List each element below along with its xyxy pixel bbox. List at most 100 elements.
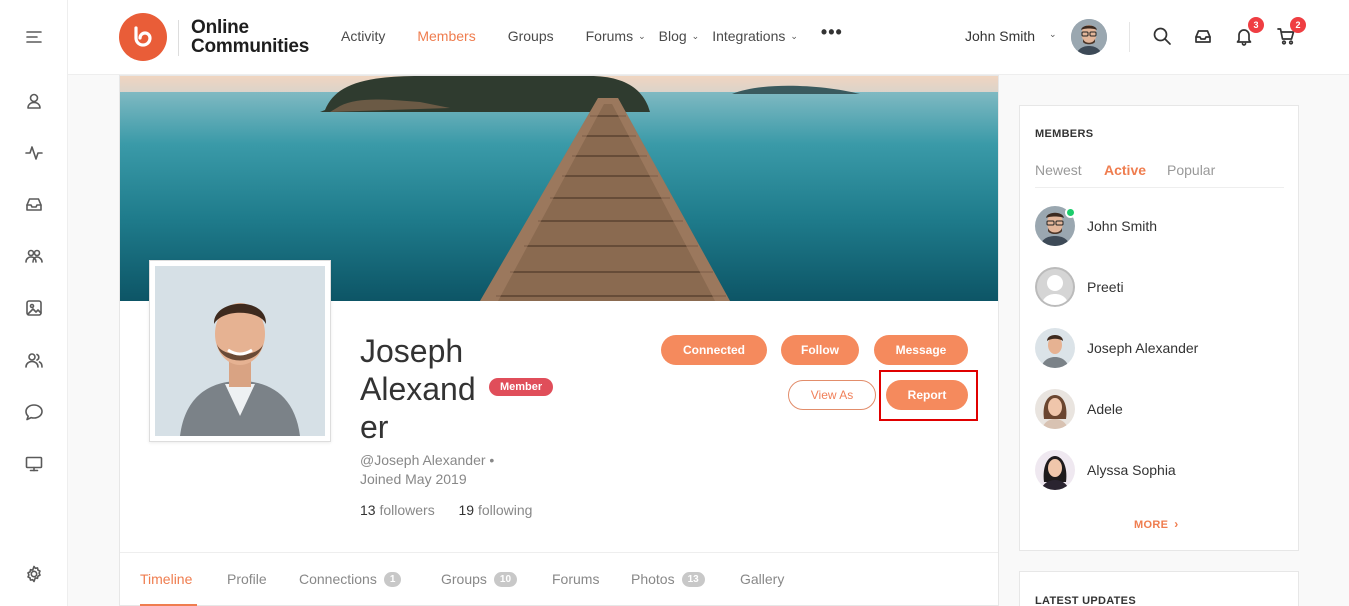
tab-count-badge: 10	[493, 571, 518, 587]
nav-label: Groups	[507, 28, 554, 44]
member-name[interactable]: Adele	[1087, 401, 1123, 417]
tab-connections[interactable]: Connections 1	[299, 571, 402, 587]
members-icon[interactable]	[22, 348, 46, 372]
notifications-icon[interactable]: 3	[1234, 17, 1264, 48]
image-icon[interactable]	[22, 296, 46, 320]
tab-forums[interactable]: Forums	[552, 571, 599, 587]
nav-label: Forums	[585, 28, 634, 44]
nav-integrations[interactable]: Integrations ⌄	[712, 28, 798, 44]
left-sidebar	[0, 0, 68, 606]
list-item[interactable]: Preeti	[1035, 266, 1124, 308]
user-icon[interactable]	[22, 89, 46, 113]
profile-tabs: Timeline Profile Connections 1 Groups 10 F…	[120, 552, 998, 606]
online-status-indicator	[1065, 207, 1076, 218]
tab-profile[interactable]: Profile	[227, 571, 267, 587]
nav-label: Blog	[658, 28, 687, 44]
tab-label: Connections	[299, 571, 377, 587]
logo-divider	[178, 20, 179, 56]
tab-count-badge: 13	[681, 571, 705, 587]
list-item[interactable]: Adele	[1035, 388, 1123, 430]
user-menu-name[interactable]: John Smith	[965, 28, 1035, 44]
tab-label: Forums	[552, 571, 600, 587]
main-nav: Activity Members Groups Forums ⌄ Blog ⌄ In…	[341, 22, 843, 44]
member-name[interactable]: Alyssa Sophia	[1087, 462, 1176, 478]
member-name[interactable]: John Smith	[1087, 218, 1157, 234]
latest-updates-widget: LATEST UPDATES	[1019, 571, 1299, 606]
profile-name-line: Alexand	[360, 371, 476, 407]
avatar[interactable]	[1035, 267, 1075, 307]
nav-label: Integrations	[712, 28, 786, 44]
nav-label: Members	[417, 28, 476, 44]
nav-members[interactable]: Members	[417, 28, 475, 44]
list-item[interactable]: Alyssa Sophia	[1035, 449, 1176, 491]
tab-label: Groups	[441, 571, 487, 587]
widget-title: LATEST UPDATES	[1035, 595, 1136, 606]
chevron-down-icon: ⌄	[691, 30, 700, 41]
tab-groups[interactable]: Groups 10	[441, 571, 518, 587]
member-name[interactable]: Preeti	[1087, 279, 1124, 295]
tab-newest[interactable]: Newest	[1035, 162, 1082, 178]
profile-handle: @Joseph Alexander •	[360, 452, 495, 468]
tab-label: Gallery	[740, 571, 785, 587]
following-count: 19	[458, 502, 475, 518]
cart-badge: 2	[1290, 17, 1306, 33]
profile-name: Joseph Alexand er	[360, 332, 490, 446]
avatar[interactable]	[1035, 328, 1075, 368]
connected-button[interactable]: Connected	[661, 335, 767, 365]
cart-icon[interactable]: 2	[1276, 17, 1306, 48]
profile-name-line: er	[360, 409, 389, 445]
avatar[interactable]	[1071, 19, 1107, 55]
tab-photos[interactable]: Photos 13	[631, 571, 705, 587]
avatar[interactable]	[1035, 389, 1075, 429]
following-label: following	[477, 502, 533, 518]
profile-meta: @Joseph Alexander • Joined May 2019	[360, 451, 494, 489]
activity-icon[interactable]	[22, 141, 46, 165]
member-name[interactable]: Joseph Alexander	[1087, 340, 1198, 356]
more-menu-icon[interactable]: •••	[821, 22, 843, 44]
chevron-down-icon[interactable]: ⌄	[1049, 29, 1057, 40]
tab-gallery[interactable]: Gallery	[740, 571, 784, 587]
header-divider	[1129, 22, 1130, 52]
nav-forums[interactable]: Forums ⌄	[586, 28, 646, 44]
tab-active[interactable]: Active	[1104, 162, 1146, 178]
nav-blog[interactable]: Blog ⌄	[659, 28, 700, 44]
message-button[interactable]: Message	[874, 335, 968, 365]
members-widget-tabs: Newest Active Popular	[1035, 162, 1284, 188]
tab-label: Profile	[227, 571, 267, 587]
monitor-icon[interactable]	[22, 452, 46, 476]
report-button-highlight	[879, 370, 978, 421]
groups-icon[interactable]	[22, 244, 46, 268]
avatar[interactable]	[1035, 206, 1076, 246]
follow-stats: 13 followers 19 following	[360, 502, 532, 518]
profile-avatar[interactable]	[149, 260, 331, 442]
nav-groups[interactable]: Groups	[508, 28, 554, 44]
profile-photo	[155, 266, 325, 436]
list-item[interactable]: Joseph Alexander	[1035, 327, 1198, 369]
tab-popular[interactable]: Popular	[1167, 162, 1215, 178]
profile-joined: Joined May 2019	[360, 471, 467, 487]
tab-count-badge: 1	[383, 571, 402, 587]
tab-label: Photos	[631, 571, 675, 587]
more-label: MORE	[1134, 519, 1169, 531]
followers-label: followers	[379, 502, 435, 518]
menu-icon[interactable]	[22, 25, 46, 49]
more-members-link[interactable]: MORE ›	[1134, 517, 1179, 531]
list-item[interactable]: John Smith	[1035, 205, 1157, 247]
site-title[interactable]: Online Communities	[191, 18, 309, 56]
settings-icon[interactable]	[22, 562, 46, 586]
tab-timeline[interactable]: Timeline	[140, 571, 192, 587]
chat-icon[interactable]	[22, 400, 46, 424]
profile-card: Joseph Alexand er Member @Joseph Alexand…	[119, 75, 999, 606]
follow-button[interactable]: Follow	[781, 335, 859, 365]
profile-name-line: Joseph	[360, 333, 464, 369]
avatar[interactable]	[1035, 450, 1075, 490]
notifications-badge: 3	[1248, 17, 1264, 33]
search-icon[interactable]	[1152, 26, 1174, 48]
inbox-icon[interactable]	[1193, 26, 1215, 48]
member-type-badge: Member	[489, 378, 554, 396]
inbox-icon[interactable]	[22, 192, 46, 216]
logo-icon[interactable]	[119, 13, 167, 61]
chevron-down-icon: ⌄	[638, 30, 646, 41]
nav-activity[interactable]: Activity	[341, 28, 385, 44]
view-as-button[interactable]: View As	[788, 380, 876, 410]
